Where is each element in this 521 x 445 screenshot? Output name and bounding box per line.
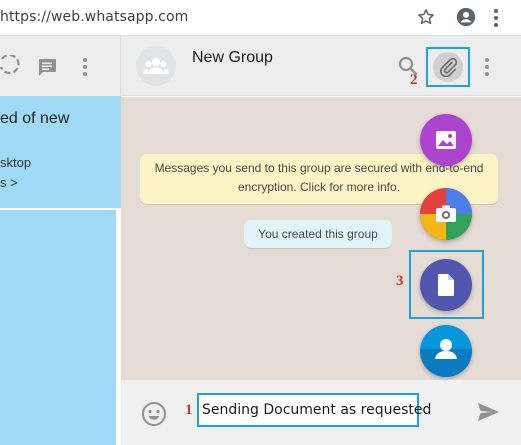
message-area[interactable]: Messages you send to this group are secu…	[121, 97, 521, 380]
group-icon	[143, 58, 169, 74]
paperclip-icon	[440, 57, 458, 77]
step-2-label: 2	[410, 72, 418, 88]
desktop-notification-banner[interactable]: ed of new sktop s >	[0, 96, 121, 209]
notice-title: ed of new	[0, 110, 70, 127]
message-input[interactable]: Sending Document as requested	[197, 393, 431, 427]
chat-menu-icon[interactable]	[483, 57, 491, 77]
attach-gallery-button[interactable]	[420, 114, 472, 166]
contact-icon	[420, 339, 472, 377]
gallery-icon	[436, 131, 456, 149]
attach-contact-button[interactable]	[420, 325, 472, 377]
camera-icon	[436, 205, 456, 222]
composer-bar: 1 Sending Document as requested	[121, 380, 521, 445]
step-3-label: 3	[396, 273, 404, 289]
browser-menu-icon[interactable]	[491, 8, 501, 28]
status-icon[interactable]	[0, 55, 20, 77]
chat-header: New Group	[121, 36, 521, 96]
step-1-label: 1	[185, 402, 193, 418]
notice-link[interactable]: s >	[0, 175, 18, 190]
emoji-icon[interactable]	[141, 401, 167, 427]
browser-toolbar: https://web.whatsapp.com	[0, 0, 521, 36]
address-bar[interactable]: https://web.whatsapp.com	[0, 9, 188, 25]
chat-title[interactable]: New Group	[192, 49, 273, 67]
chat-icon[interactable]	[36, 56, 58, 78]
group-avatar[interactable]	[136, 46, 176, 86]
system-message: You created this group	[244, 220, 392, 248]
profile-icon[interactable]	[456, 7, 476, 27]
sidebar-menu-icon[interactable]	[81, 57, 89, 77]
sidebar-header	[0, 36, 121, 96]
chat-list[interactable]	[0, 210, 121, 445]
notice-text: sktop	[0, 155, 32, 170]
attach-camera-button[interactable]	[420, 188, 472, 240]
message-input-value: Sending Document as requested	[202, 402, 432, 418]
send-icon[interactable]	[476, 400, 500, 424]
star-icon[interactable]	[417, 8, 435, 26]
document-highlight-box	[409, 250, 484, 319]
attach-button[interactable]	[426, 47, 470, 87]
